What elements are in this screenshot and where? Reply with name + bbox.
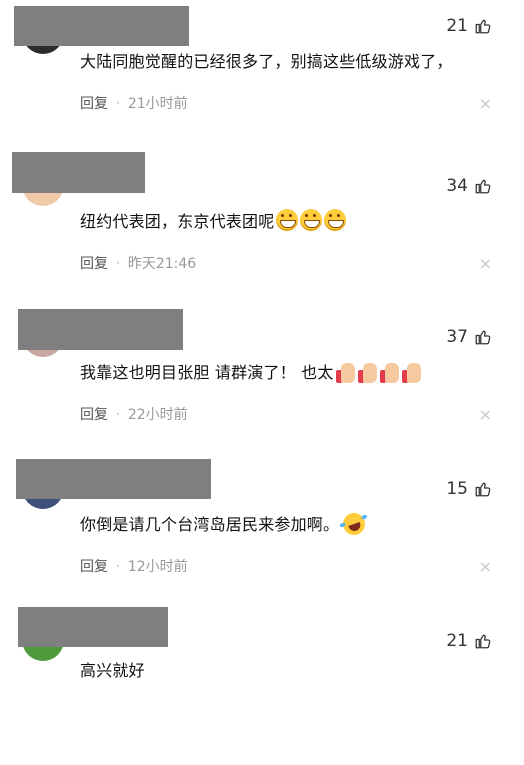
comment-text: 我靠这也明目张胆 请群演了！ 也太 — [80, 359, 422, 383]
timestamp: 22小时前 — [127, 407, 188, 423]
comment-text: 高兴就好 — [80, 661, 145, 680]
comment-item: 15 你倒是请几个台湾岛居民来参加啊。 回复 · 12小时前 × — [0, 459, 524, 613]
like-count[interactable]: 34 — [446, 176, 492, 196]
thumbs-up-icon[interactable] — [474, 632, 492, 650]
grin-emoji — [324, 209, 347, 231]
timestamp: 昨天21:46 — [127, 256, 197, 272]
comment-meta: 回复 · 22小时前 — [80, 404, 188, 424]
thumbs-up-emoji — [357, 361, 378, 383]
comment-item: 37 我靠这也明目张胆 请群演了！ 也太 回复 · 22小时前 × — [0, 309, 524, 461]
separator: · — [116, 256, 120, 270]
thumbs-up-emoji — [401, 361, 422, 383]
close-icon[interactable]: × — [479, 557, 492, 576]
thumbs-up-emoji — [335, 361, 356, 383]
timestamp: 12小时前 — [127, 559, 188, 575]
comment-meta: 回复 · 21小时前 — [80, 93, 188, 113]
comment-text: 纽约代表团，东京代表团呢 — [80, 208, 347, 232]
thumbs-up-emoji — [379, 361, 400, 383]
like-count[interactable]: 21 — [446, 16, 492, 36]
like-count[interactable]: 37 — [446, 327, 492, 347]
reply-button[interactable]: 回复 — [80, 93, 108, 113]
reply-button[interactable]: 回复 — [80, 404, 108, 424]
comment-item: 21 高兴就好 — [0, 607, 524, 765]
comment-text: 你倒是请几个台湾岛居民来参加啊。 — [80, 509, 369, 539]
grin-emoji — [276, 209, 299, 231]
laughing-crying-emoji — [340, 509, 369, 539]
separator: · — [116, 96, 120, 110]
comment-item: 21 大陆同胞觉醒的已经很多了，别搞这些低级游戏了， 回复 · 21小时前 × — [0, 0, 524, 150]
thumbs-up-icon[interactable] — [474, 17, 492, 35]
like-count[interactable]: 21 — [446, 631, 492, 651]
close-icon[interactable]: × — [479, 94, 492, 113]
like-count[interactable]: 15 — [446, 479, 492, 499]
comment-meta: 回复 · 12小时前 — [80, 556, 188, 576]
comment-meta: 回复 · 昨天21:46 — [80, 253, 196, 273]
redacted-username — [16, 459, 211, 499]
grin-emoji — [300, 209, 323, 231]
separator: · — [116, 559, 120, 573]
close-icon[interactable]: × — [479, 405, 492, 424]
thumbs-up-icon[interactable] — [474, 328, 492, 346]
timestamp: 21小时前 — [127, 96, 188, 112]
separator: · — [116, 407, 120, 421]
comment-item: 34 纽约代表团，东京代表团呢 回复 · 昨天21:46 × — [0, 152, 524, 310]
reply-button[interactable]: 回复 — [80, 253, 108, 273]
redacted-username — [12, 152, 145, 193]
thumbs-up-icon[interactable] — [474, 480, 492, 498]
close-icon[interactable]: × — [479, 254, 492, 273]
comment-text: 大陆同胞觉醒的已经很多了，别搞这些低级游戏了， — [80, 52, 453, 71]
redacted-username — [18, 607, 168, 647]
redacted-username — [18, 309, 183, 350]
redacted-username — [14, 6, 189, 46]
reply-button[interactable]: 回复 — [80, 556, 108, 576]
thumbs-up-icon[interactable] — [474, 177, 492, 195]
